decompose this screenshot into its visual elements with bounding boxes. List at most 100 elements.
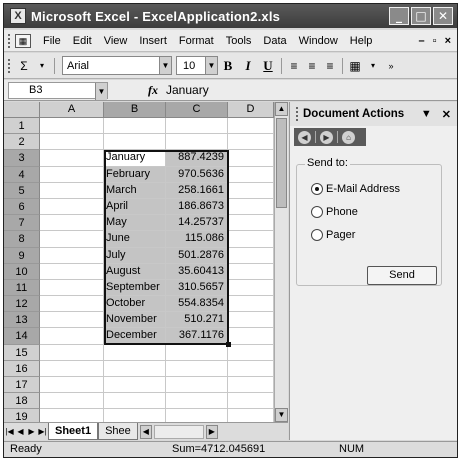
align-left-icon[interactable]: ≡	[285, 56, 303, 76]
menu-format[interactable]: Format	[173, 35, 220, 47]
cell-d[interactable]	[228, 409, 274, 422]
font-dropdown-icon[interactable]: ▼	[159, 57, 171, 74]
next-sheet-icon[interactable]: ▶	[26, 427, 37, 436]
underline-button[interactable]: U	[258, 56, 278, 76]
menu-window[interactable]: Window	[293, 35, 344, 47]
row-header[interactable]: 17	[4, 377, 40, 394]
insert-function-icon[interactable]: fx	[148, 83, 158, 98]
task-pane-menu-icon[interactable]: ▼	[421, 108, 432, 121]
cell-a[interactable]	[40, 215, 104, 232]
doc-minimize-icon[interactable]: –	[419, 35, 425, 47]
cell-b[interactable]: July	[104, 247, 166, 264]
cell-b[interactable]: August	[104, 263, 166, 280]
workbook-icon[interactable]: ▦	[15, 33, 31, 48]
cell-a[interactable]	[40, 263, 104, 280]
cell-c[interactable]: 554.8354	[166, 296, 228, 313]
cell-d[interactable]	[228, 247, 274, 264]
row-header[interactable]: 19	[4, 409, 40, 422]
cell-a[interactable]	[40, 198, 104, 216]
size-dropdown-icon[interactable]: ▼	[205, 57, 217, 74]
cell-c[interactable]	[166, 118, 228, 135]
cell-c[interactable]	[166, 360, 228, 377]
menu-tools[interactable]: Tools	[220, 35, 258, 47]
cell-c[interactable]: 970.5636	[166, 166, 228, 183]
cell-c[interactable]: 510.271	[166, 312, 228, 329]
cell-a[interactable]	[40, 344, 104, 361]
scroll-down-icon[interactable]: ▼	[275, 408, 288, 422]
back-icon[interactable]: ◀	[298, 130, 311, 144]
cell-d[interactable]	[228, 279, 274, 297]
cell-d[interactable]	[228, 198, 274, 216]
forward-icon[interactable]: ▶	[320, 130, 333, 144]
row-header[interactable]: 12	[4, 296, 40, 313]
cell-c[interactable]	[166, 377, 228, 394]
radio-email-circle[interactable]	[311, 183, 323, 195]
menu-insert[interactable]: Insert	[133, 35, 173, 47]
cell-b[interactable]: June	[104, 231, 166, 248]
cell-d[interactable]	[228, 150, 274, 167]
scroll-up-icon[interactable]: ▲	[275, 102, 288, 116]
name-box-dropdown-icon[interactable]: ▼	[95, 82, 107, 100]
row-header[interactable]: 16	[4, 360, 40, 377]
cell-d[interactable]	[228, 344, 274, 361]
cell-b[interactable]: September	[104, 279, 166, 297]
row-header[interactable]: 11	[4, 279, 40, 297]
cell-b[interactable]	[104, 134, 166, 151]
cell-b[interactable]	[104, 393, 166, 410]
cell-a[interactable]	[40, 182, 104, 199]
column-header-a[interactable]: A	[40, 102, 104, 118]
toolbar-grip[interactable]	[8, 58, 12, 73]
cell-d[interactable]	[228, 328, 274, 345]
row-header[interactable]: 10	[4, 263, 40, 280]
cell-a[interactable]	[40, 312, 104, 329]
cell-c[interactable]	[166, 409, 228, 422]
cell-d[interactable]	[228, 231, 274, 248]
row-header[interactable]: 5	[4, 182, 40, 199]
cell-c[interactable]: 186.8673	[166, 198, 228, 216]
column-header-b[interactable]: B	[104, 102, 166, 118]
row-header[interactable]: 6	[4, 198, 40, 216]
cell-c[interactable]: 35.60413	[166, 263, 228, 280]
toolbar-options-icon[interactable]: »	[382, 56, 400, 76]
minimize-button[interactable]: _	[389, 7, 409, 25]
row-header[interactable]: 4	[4, 166, 40, 183]
cell-a[interactable]	[40, 150, 104, 167]
cell-b[interactable]	[104, 344, 166, 361]
cell-c[interactable]	[166, 134, 228, 151]
cell-a[interactable]	[40, 279, 104, 297]
radio-phone-circle[interactable]	[311, 206, 323, 218]
menu-edit[interactable]: Edit	[67, 35, 98, 47]
cell-d[interactable]	[228, 263, 274, 280]
tab-sheet1[interactable]: Sheet1	[48, 423, 99, 440]
row-header[interactable]: 3	[4, 150, 40, 167]
menu-file[interactable]: File	[37, 35, 67, 47]
doc-close-icon[interactable]: ×	[445, 35, 451, 47]
italic-button[interactable]: I	[238, 56, 258, 76]
cell-d[interactable]	[228, 296, 274, 313]
font-size-select[interactable]: 10 ▼	[176, 56, 218, 75]
excel-app-icon[interactable]: X	[10, 8, 26, 24]
cell-c[interactable]: 310.5657	[166, 279, 228, 297]
select-all-corner[interactable]	[4, 102, 40, 118]
radio-pager-circle[interactable]	[311, 229, 323, 241]
cell-a[interactable]	[40, 409, 104, 422]
row-header[interactable]: 18	[4, 393, 40, 410]
close-button[interactable]: ✕	[433, 7, 453, 25]
row-header[interactable]: 15	[4, 344, 40, 361]
font-name-select[interactable]: Arial ▼	[62, 56, 172, 75]
cell-c[interactable]: 258.1661	[166, 182, 228, 199]
cell-c[interactable]	[166, 393, 228, 410]
formula-input[interactable]: January	[166, 83, 209, 97]
scroll-right-icon[interactable]: ▶	[205, 424, 218, 439]
cell-c[interactable]	[166, 344, 228, 361]
cell-d[interactable]	[228, 377, 274, 394]
cell-a[interactable]	[40, 118, 104, 135]
vertical-scroll-thumb[interactable]	[276, 118, 287, 208]
task-pane-close-icon[interactable]: ✕	[442, 108, 451, 121]
vertical-scrollbar[interactable]: ▲ ▼	[274, 102, 288, 422]
doc-restore-icon[interactable]: ▫	[433, 35, 437, 47]
radio-pager[interactable]: Pager	[311, 229, 355, 241]
row-header[interactable]: 8	[4, 231, 40, 248]
home-icon[interactable]: ⌂	[342, 130, 355, 144]
align-center-icon[interactable]: ≡	[303, 56, 321, 76]
